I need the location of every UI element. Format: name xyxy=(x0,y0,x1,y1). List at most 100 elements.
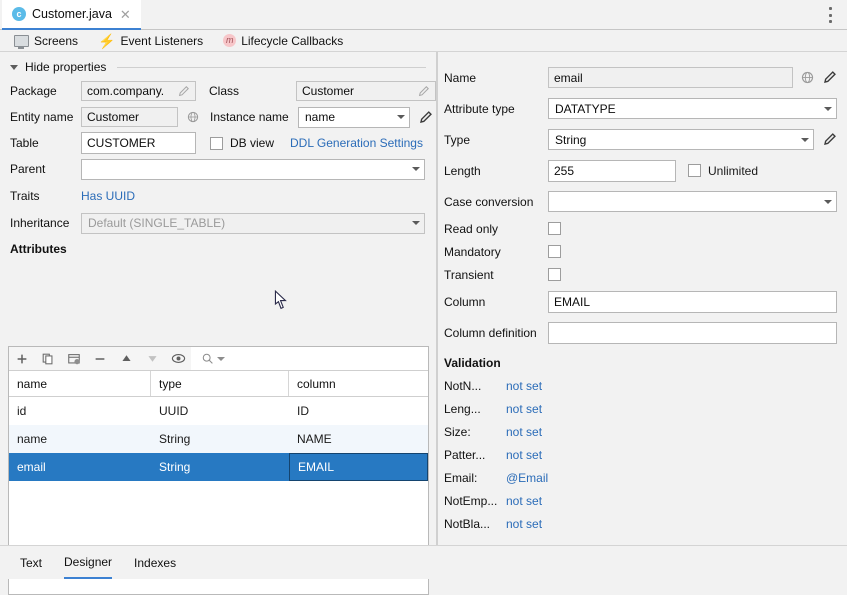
unlimited-checkbox[interactable] xyxy=(688,164,701,177)
column-header-column[interactable]: column xyxy=(289,371,428,396)
preview-eye-button[interactable] xyxy=(165,348,191,370)
entity-name-field[interactable]: Customer xyxy=(81,107,178,127)
validation-item-notblank: NotBla... not set xyxy=(444,512,837,535)
parent-combo[interactable] xyxy=(81,158,425,180)
parent-label: Parent xyxy=(10,162,46,176)
tab-indexes[interactable]: Indexes xyxy=(134,547,176,579)
attributes-search-input[interactable] xyxy=(191,347,428,370)
entity-nav-strip: Screens ⚡ Event Listeners m Lifecycle Ca… xyxy=(0,30,847,52)
instance-name-label: Instance name xyxy=(210,110,289,124)
attribute-type-label: Attribute type xyxy=(444,101,515,116)
cell-column: ID xyxy=(297,404,309,418)
globe-icon[interactable] xyxy=(187,111,199,123)
row-length: Length 255 Unlimited xyxy=(444,155,837,186)
column-label: Column xyxy=(444,294,486,309)
chevron-down-icon xyxy=(217,356,225,361)
pencil-icon[interactable] xyxy=(822,132,837,147)
nav-item-screens[interactable]: Screens xyxy=(14,33,79,49)
table-row-selected[interactable]: email String EMAIL xyxy=(9,453,428,481)
entity-name-label: Entity name xyxy=(10,110,74,124)
copy-attribute-button[interactable] xyxy=(35,348,61,370)
type-label: Type xyxy=(444,132,471,147)
pencil-icon[interactable] xyxy=(822,70,837,85)
unlimited-label: Unlimited xyxy=(708,163,759,178)
package-field[interactable]: com.company. xyxy=(81,81,196,101)
row-entity-instance-name: Entity name Customer Instance name name xyxy=(0,104,436,130)
attribute-inspector-panel: Name email Attribute type DATATYPE Type … xyxy=(438,52,847,545)
validation-item-notempty: NotEmp... not set xyxy=(444,489,837,512)
remove-attribute-button[interactable] xyxy=(87,348,113,370)
attribute-name-field[interactable]: email xyxy=(548,67,793,88)
attribute-type-combo[interactable]: DATATYPE xyxy=(548,98,837,119)
row-attribute-type: Attribute type DATATYPE xyxy=(444,93,837,124)
validation-item-pattern: Patter... not set xyxy=(444,443,837,466)
screen-icon xyxy=(14,34,29,49)
inheritance-label: Inheritance xyxy=(10,216,70,230)
editor-tab-customer-java[interactable]: c Customer.java ✕ xyxy=(2,0,141,30)
validation-value[interactable]: not set xyxy=(506,379,542,393)
hide-properties-header[interactable]: Hide properties xyxy=(0,52,436,78)
column-header-type[interactable]: type xyxy=(151,371,289,396)
nav-item-lifecycle-callbacks[interactable]: m Lifecycle Callbacks xyxy=(223,34,343,48)
length-value: 255 xyxy=(554,163,575,178)
close-icon[interactable]: ✕ xyxy=(118,8,131,21)
row-case-conversion: Case conversion xyxy=(444,186,837,217)
instance-name-combo[interactable]: name xyxy=(298,106,410,128)
column-definition-field[interactable] xyxy=(548,321,837,344)
generate-attribute-button[interactable] xyxy=(61,348,87,370)
validation-value[interactable]: @Email xyxy=(506,471,548,485)
validation-label: Email: xyxy=(444,470,478,485)
table-field[interactable]: CUSTOMER xyxy=(81,132,196,154)
case-conversion-combo[interactable] xyxy=(548,191,837,212)
validation-value[interactable]: not set xyxy=(506,402,542,416)
inheritance-combo[interactable]: Default (SINGLE_TABLE) xyxy=(81,212,425,234)
traits-label: Traits xyxy=(10,189,40,203)
table-row[interactable]: id UUID ID xyxy=(9,397,428,425)
validation-item-size: Size: not set xyxy=(444,420,837,443)
editor-tab-label: Customer.java xyxy=(32,7,112,21)
validation-label: Patter... xyxy=(444,447,486,462)
class-field[interactable]: Customer xyxy=(296,81,436,101)
validation-label: NotEmp... xyxy=(444,493,498,508)
column-field[interactable]: EMAIL xyxy=(548,290,837,313)
column-header-name[interactable]: name xyxy=(9,371,151,396)
transient-checkbox[interactable] xyxy=(548,268,561,281)
mandatory-checkbox[interactable] xyxy=(548,245,561,258)
column-value: EMAIL xyxy=(554,294,591,309)
tab-text[interactable]: Text xyxy=(20,547,42,579)
entity-properties-panel: Hide properties Package com.company. Cla… xyxy=(0,52,436,595)
lightning-bolt-icon: ⚡ xyxy=(98,32,116,49)
mouse-cursor xyxy=(274,290,287,310)
row-read-only: Read only xyxy=(444,217,837,240)
ddl-generation-settings-link[interactable]: DDL Generation Settings xyxy=(274,136,423,150)
chevron-down-icon xyxy=(397,115,405,119)
validation-value[interactable]: not set xyxy=(506,494,542,508)
read-only-checkbox[interactable] xyxy=(548,222,561,235)
row-inheritance: Inheritance Default (SINGLE_TABLE) xyxy=(0,210,436,236)
tab-designer[interactable]: Designer xyxy=(64,547,113,579)
validation-value[interactable]: not set xyxy=(506,517,542,531)
pencil-icon[interactable] xyxy=(177,85,190,98)
nav-item-event-listeners[interactable]: ⚡ Event Listeners xyxy=(98,34,203,48)
db-view-checkbox[interactable] xyxy=(210,136,223,150)
pencil-icon[interactable] xyxy=(418,110,433,125)
table-row[interactable]: name String NAME xyxy=(9,425,428,453)
inheritance-value: Default (SINGLE_TABLE) xyxy=(88,216,226,230)
traits-has-uuid-link[interactable]: Has UUID xyxy=(81,189,135,203)
method-circle-icon: m xyxy=(223,34,237,47)
move-up-button[interactable] xyxy=(113,348,139,370)
type-combo[interactable]: String xyxy=(548,129,814,150)
validation-value[interactable]: not set xyxy=(506,425,542,439)
editor-tab-bar: c Customer.java ✕ xyxy=(0,0,847,30)
cell-name: name xyxy=(17,432,48,446)
nav-item-screens-label: Screens xyxy=(34,33,79,48)
validation-label: Leng... xyxy=(444,401,481,416)
validation-value[interactable]: not set xyxy=(506,448,542,462)
more-options-icon[interactable] xyxy=(823,7,837,23)
chevron-down-icon xyxy=(824,106,832,111)
globe-icon[interactable] xyxy=(801,71,814,84)
cell-column: EMAIL xyxy=(289,453,428,481)
pencil-icon[interactable] xyxy=(417,85,430,98)
length-field[interactable]: 255 xyxy=(548,159,676,182)
add-attribute-button[interactable] xyxy=(9,348,35,370)
